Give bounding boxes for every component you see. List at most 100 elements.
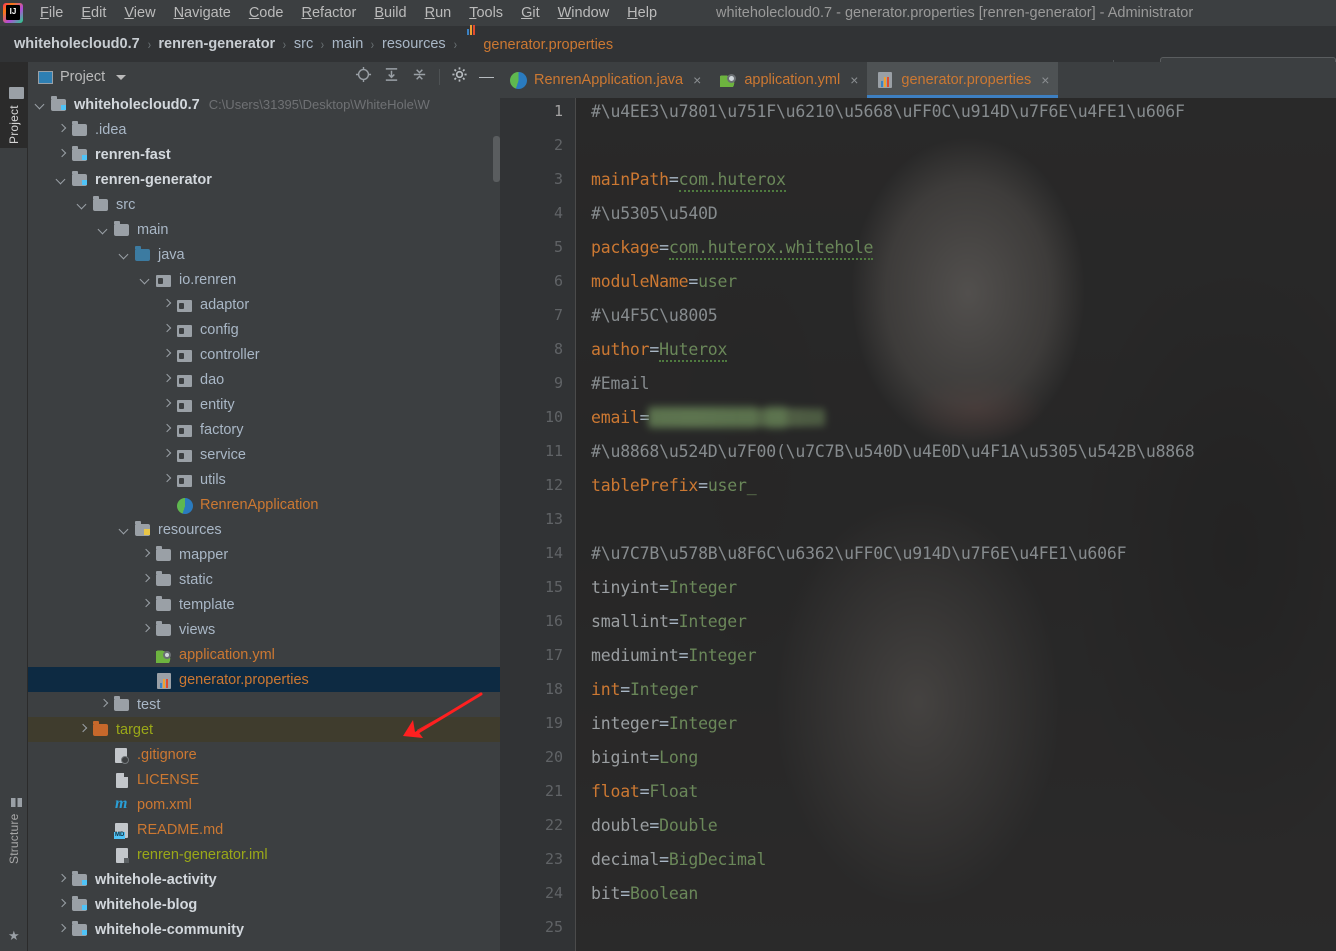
chevron-right-icon[interactable] xyxy=(160,323,173,336)
project-tree[interactable]: whiteholecloud0.7 C:\Users\31395\Desktop\… xyxy=(28,92,500,951)
tool-tab-structure[interactable]: Structure xyxy=(0,772,28,868)
chevron-down-icon[interactable] xyxy=(34,98,47,111)
menu-item-run[interactable]: Run xyxy=(416,3,461,23)
close-icon[interactable]: × xyxy=(850,72,858,88)
tree-row[interactable]: factory xyxy=(28,417,500,442)
breadcrumb-item-whiteholecloud0-7[interactable]: whiteholecloud0.7 xyxy=(14,36,140,52)
editor-tab-bar[interactable]: RenrenApplication.java × application.yml × g… xyxy=(500,62,1336,98)
tree-item-label: generator.properties xyxy=(179,671,309,688)
tree-row[interactable]: java xyxy=(28,242,500,267)
chevron-right-icon[interactable] xyxy=(139,623,152,636)
breadcrumb-item-generator-properties[interactable]: generator.properties xyxy=(464,36,613,53)
editor-tab-application-yml[interactable]: application.yml × xyxy=(710,62,867,98)
editor-gutter[interactable]: 1 2 3 4 5 6 7 8 9 10 11 12 13 14 15 16 17 18 19 20 21 22 23 24 2… xyxy=(500,98,576,951)
chevron-right-icon[interactable] xyxy=(55,873,68,886)
menu-item-code[interactable]: Code xyxy=(240,3,293,23)
editor-tab-renrenapplication-java[interactable]: RenrenApplication.java × xyxy=(500,62,710,98)
menu-item-file[interactable]: File xyxy=(31,3,72,23)
tree-row-selected[interactable]: generator.properties xyxy=(28,667,500,692)
chevron-right-icon[interactable] xyxy=(160,473,173,486)
tree-row[interactable]: entity xyxy=(28,392,500,417)
tree-row[interactable]: RenrenApplication xyxy=(28,492,500,517)
menu-item-view[interactable]: View xyxy=(115,3,164,23)
menu-item-edit[interactable]: Edit xyxy=(72,3,115,23)
chevron-right-icon[interactable] xyxy=(55,148,68,161)
chevron-right-icon[interactable] xyxy=(160,423,173,436)
tree-row[interactable]: utils xyxy=(28,467,500,492)
tree-row[interactable]: adaptor xyxy=(28,292,500,317)
tree-row[interactable]: renren-generator xyxy=(28,167,500,192)
tree-row[interactable]: .idea xyxy=(28,117,500,142)
chevron-down-icon[interactable] xyxy=(118,523,131,536)
tree-row[interactable]: whitehole-activity xyxy=(28,867,500,892)
menu-item-build[interactable]: Build xyxy=(365,3,415,23)
editor-tab-generator-properties[interactable]: generator.properties × xyxy=(867,62,1059,98)
close-icon[interactable]: × xyxy=(693,72,701,88)
chevron-down-icon[interactable] xyxy=(116,74,127,80)
tree-row[interactable]: target xyxy=(28,717,500,742)
tree-row[interactable]: renren-generator.iml xyxy=(28,842,500,867)
tree-row[interactable]: views xyxy=(28,617,500,642)
chevron-right-icon[interactable] xyxy=(97,698,110,711)
menu-item-navigate[interactable]: Navigate xyxy=(165,3,240,23)
breadcrumb-item-src[interactable]: src xyxy=(294,36,313,52)
tree-row[interactable]: test xyxy=(28,692,500,717)
locate-icon[interactable] xyxy=(355,66,372,88)
tool-tab-favorites[interactable]: Favorites ★ xyxy=(0,902,28,951)
tree-row[interactable]: application.yml xyxy=(28,642,500,667)
chevron-right-icon[interactable] xyxy=(160,348,173,361)
project-tree-scrollbar[interactable] xyxy=(493,136,500,182)
tree-row[interactable]: whitehole-blog xyxy=(28,892,500,917)
menu-item-tools[interactable]: Tools xyxy=(460,3,512,23)
close-icon[interactable]: × xyxy=(1041,72,1049,88)
chevron-right-icon[interactable] xyxy=(160,373,173,386)
chevron-right-icon[interactable] xyxy=(139,598,152,611)
tree-row[interactable]: whiteholecloud0.7 C:\Users\31395\Desktop\… xyxy=(28,92,500,117)
tree-row[interactable]: config xyxy=(28,317,500,342)
tree-row[interactable]: main xyxy=(28,217,500,242)
chevron-down-icon[interactable] xyxy=(55,173,68,186)
tree-row[interactable]: template xyxy=(28,592,500,617)
menu-item-window[interactable]: Window xyxy=(549,3,619,23)
editor-code-content[interactable]: #\u4EE3\u7801\u751F\u6210\u5668\uFF0C\u9… xyxy=(577,98,1336,951)
gear-icon[interactable] xyxy=(451,66,468,88)
chevron-right-icon[interactable] xyxy=(160,298,173,311)
chevron-right-icon[interactable] xyxy=(55,923,68,936)
tree-row[interactable]: mapper xyxy=(28,542,500,567)
breadcrumb[interactable]: whiteholecloud0.7 › renren-generator › src › m… xyxy=(0,36,613,53)
tree-row[interactable]: resources xyxy=(28,517,500,542)
chevron-right-icon[interactable] xyxy=(76,723,89,736)
tree-row[interactable]: service xyxy=(28,442,500,467)
chevron-right-icon[interactable] xyxy=(55,123,68,136)
hide-panel-icon[interactable] xyxy=(479,69,494,86)
chevron-down-icon[interactable] xyxy=(118,248,131,261)
collapse-all-icon[interactable] xyxy=(411,66,428,88)
chevron-right-icon[interactable] xyxy=(139,573,152,586)
chevron-right-icon[interactable] xyxy=(139,548,152,561)
tree-row[interactable]: README.md xyxy=(28,817,500,842)
tree-row[interactable]: controller xyxy=(28,342,500,367)
breadcrumb-item-main[interactable]: main xyxy=(332,36,363,52)
menu-item-refactor[interactable]: Refactor xyxy=(293,3,366,23)
chevron-down-icon[interactable] xyxy=(97,223,110,236)
tree-row[interactable]: LICENSE xyxy=(28,767,500,792)
tree-row[interactable]: whitehole-community xyxy=(28,917,500,942)
tree-row[interactable]: .gitignore xyxy=(28,742,500,767)
tree-row[interactable]: io.renren xyxy=(28,267,500,292)
tree-row[interactable]: dao xyxy=(28,367,500,392)
tree-row[interactable]: m pom.xml xyxy=(28,792,500,817)
expand-all-icon[interactable] xyxy=(383,66,400,88)
tree-row[interactable]: src xyxy=(28,192,500,217)
breadcrumb-item-renren-generator[interactable]: renren-generator xyxy=(158,36,275,52)
chevron-down-icon[interactable] xyxy=(139,273,152,286)
menu-item-git[interactable]: Git xyxy=(512,3,549,23)
menu-item-help[interactable]: Help xyxy=(618,3,666,23)
tree-row[interactable]: renren-fast xyxy=(28,142,500,167)
breadcrumb-item-resources[interactable]: resources xyxy=(382,36,446,52)
chevron-right-icon[interactable] xyxy=(160,398,173,411)
chevron-right-icon[interactable] xyxy=(160,448,173,461)
tool-tab-project[interactable]: Project xyxy=(0,62,28,148)
chevron-down-icon[interactable] xyxy=(76,198,89,211)
tree-row[interactable]: static xyxy=(28,567,500,592)
chevron-right-icon[interactable] xyxy=(55,898,68,911)
